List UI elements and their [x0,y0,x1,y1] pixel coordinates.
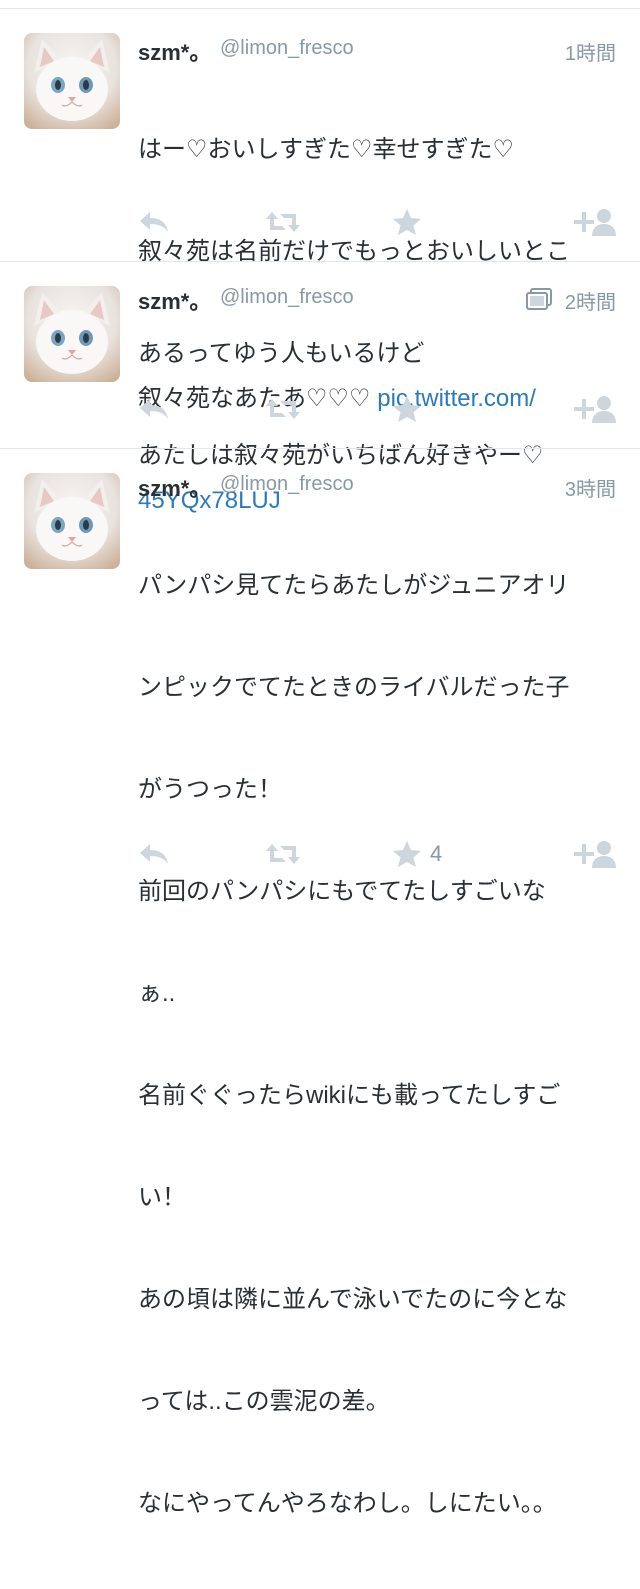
star-icon [393,396,421,422]
favorite-button[interactable] [392,205,422,239]
tweet-text-line: 名前ぐぐったらwikiにも載ってたしすご [138,1082,561,1109]
cat-avatar-image [34,292,110,374]
reply-button[interactable] [138,205,170,239]
avatar[interactable] [24,286,120,382]
reply-icon [140,399,168,419]
cat-avatar-image [34,39,110,121]
retweet-button[interactable] [264,837,302,871]
display-name[interactable]: szm*。 [138,284,211,316]
follow-button[interactable] [572,837,616,871]
follow-icon [574,209,616,236]
retweet-button[interactable] [264,205,302,239]
tweet-text-line: 前回のパンパシにもでてたしすごいな [138,878,546,905]
retweet-icon [266,212,300,232]
tweet-text-line: パンパシ見てたらあたしがジュニアオリ [138,572,570,599]
tweet-text-line: ぁ.. [138,980,176,1007]
cat-avatar-image [34,479,110,561]
tweet-header: szm*。 @limon_fresco 3時間 [138,471,616,501]
display-name[interactable]: szm*。 [138,471,211,503]
follow-icon [574,396,616,423]
star-icon [393,209,421,235]
timestamp[interactable]: 1時間 [565,37,616,66]
follow-button[interactable] [572,392,616,426]
retweet-icon [266,844,300,864]
favorite-count: 4 [430,841,443,866]
tweet-text-line: っては..この雲泥の差。 [138,1388,390,1415]
tweet-3[interactable]: szm*。 @limon_fresco 3時間 パンパシ見てたらあたしがジュニア… [0,449,640,1517]
tweet-text-line: がうつった！ [138,776,282,803]
tweet-header: szm*。 @limon_fresco 2時間 [138,284,616,314]
retweet-button[interactable] [264,392,302,426]
tweet-text: パンパシ見てたらあたしがジュニアオリ ンピックでてたときのライバルだった子 がう… [138,501,618,1589]
tweet-actions [138,205,618,239]
favorite-button[interactable] [392,392,422,426]
star-icon [393,841,421,867]
tweet-text-line: い！ [138,1184,186,1211]
reply-button[interactable] [138,392,170,426]
timestamp[interactable]: 3時間 [565,473,616,502]
tweet-1[interactable]: szm*。 @limon_fresco 1時間 はー♡おいしすぎた♡幸せすぎた♡… [0,9,640,469]
favorite-button[interactable]: 4 [392,837,442,871]
display-name[interactable]: szm*。 [138,35,211,67]
reply-icon [140,212,168,232]
tweet-actions: 4 [138,837,618,871]
follow-icon [574,841,616,868]
timestamp[interactable]: 2時間 [565,286,616,315]
tweet-actions [138,392,618,426]
username[interactable]: @limon_fresco [220,37,354,60]
tweet-text-line: なにやってんやろなわし。しにたい。。 [138,1490,557,1517]
username[interactable]: @limon_fresco [220,473,354,496]
tweet-header: szm*。 @limon_fresco 1時間 [138,35,616,65]
media-icon [526,288,552,310]
tweet-text-line: あの頃は隣に並んで泳いでたのに今とな [138,1286,568,1313]
follow-button[interactable] [572,205,616,239]
tweet-text-line: ンピックでてたときのライバルだった子 [138,674,570,701]
tweet-text-line: はー♡おいしすぎた♡幸せすぎた♡ [138,136,515,163]
retweet-icon [266,399,300,419]
reply-icon [140,844,168,864]
avatar[interactable] [24,473,120,569]
reply-button[interactable] [138,837,170,871]
tweet-2[interactable]: szm*。 @limon_fresco 2時間 叙々苑なあたあ♡♡♡ pic.t… [0,262,640,514]
username[interactable]: @limon_fresco [220,286,354,309]
avatar[interactable] [24,33,120,129]
